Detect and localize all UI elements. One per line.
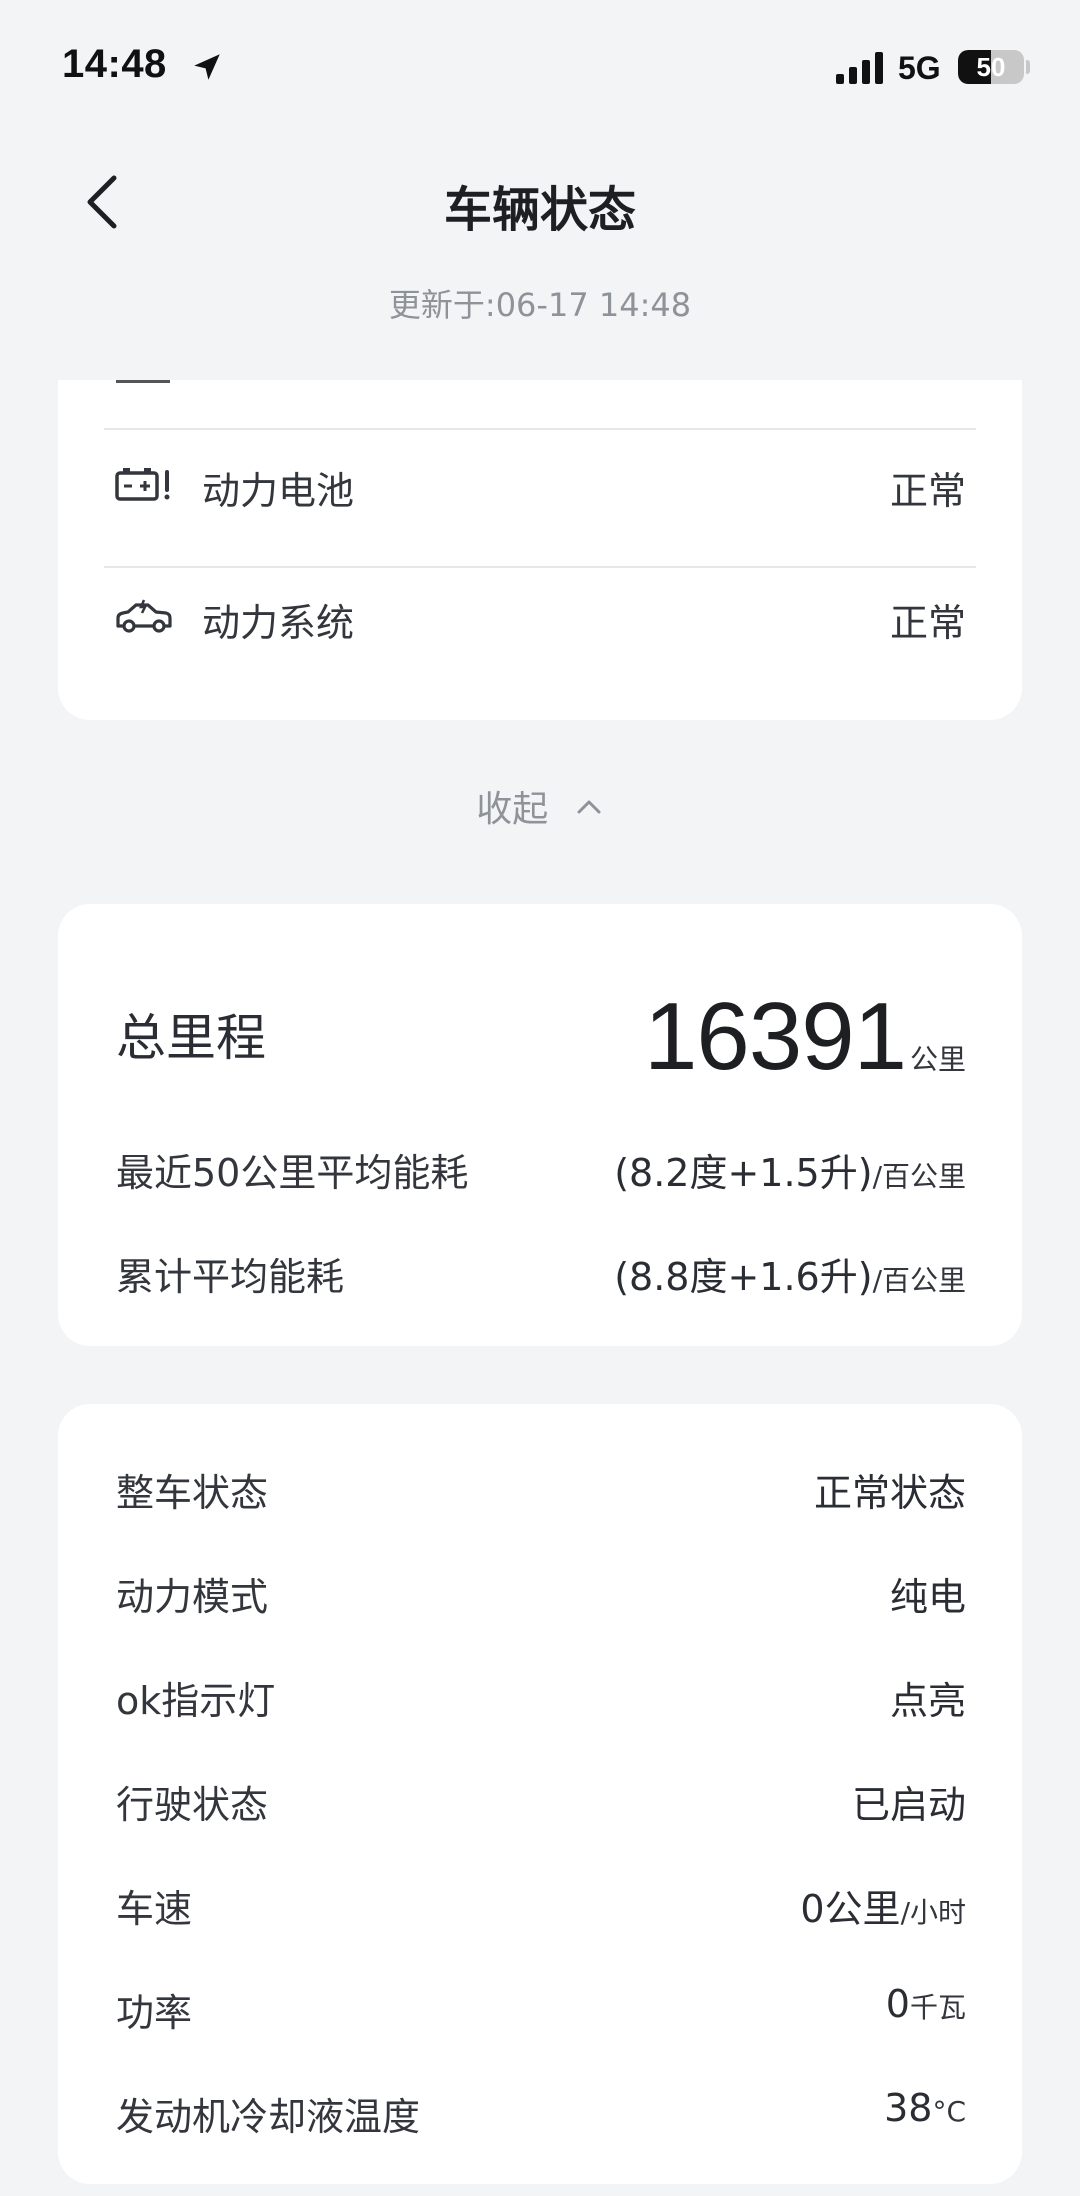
status-label: 功率 — [116, 1991, 193, 2035]
location-arrow-icon — [194, 54, 220, 80]
battery-icon: 50 — [958, 50, 1024, 84]
status-unit: °C — [932, 2095, 966, 2128]
status-value: 已启动 — [851, 1783, 966, 1827]
status-label: 车速 — [116, 1887, 193, 1931]
network-type: 5G — [898, 50, 941, 86]
status-label: 动力模式 — [116, 1575, 269, 1619]
cellular-signal-icon — [836, 52, 883, 84]
status-value: 点亮 — [889, 1679, 966, 1723]
status-row-ok-light: ok指示灯 点亮 — [58, 1670, 1022, 1730]
system-label: 动力系统 — [202, 601, 355, 645]
battery-warning-icon — [115, 468, 170, 501]
status-label: 行驶状态 — [116, 1783, 269, 1827]
status-row-driving: 行驶状态 已启动 — [58, 1774, 1022, 1834]
status-row-vehicle: 整车状态 正常状态 — [58, 1462, 1022, 1522]
status-value: 0 — [885, 1982, 910, 2026]
consumption-unit: /百公里 — [872, 1264, 966, 1297]
status-value: 38 — [884, 2086, 933, 2130]
battery-tip — [1026, 60, 1030, 74]
total-mileage-number: 16391 — [644, 983, 907, 1090]
status-bar: 14:48 5G 50 — [0, 0, 1080, 130]
consumption-unit: /百公里 — [872, 1160, 966, 1193]
total-mileage-label: 总里程 — [116, 1009, 266, 1067]
status-label: 整车状态 — [116, 1471, 269, 1515]
status-row-power-mode: 动力模式 纯电 — [58, 1566, 1022, 1626]
clipped-row-remnant — [116, 380, 170, 383]
page-title: 车辆状态 — [443, 182, 636, 238]
vehicle-status-card: 整车状态 正常状态 动力模式 纯电 ok指示灯 点亮 行驶状态 已启动 车速 0… — [58, 1404, 1022, 2184]
system-value: 正常 — [889, 601, 966, 645]
consumption-value: (8.8度+1.6升) — [614, 1255, 873, 1299]
battery-percent: 50 — [976, 52, 1006, 82]
status-value: 正常状态 — [813, 1471, 966, 1515]
system-row-battery: 动力电池 正常 — [58, 432, 1022, 532]
system-label: 动力电池 — [202, 469, 355, 513]
divider — [104, 428, 976, 430]
consumption-row-recent: 最近50公里平均能耗 (8.2度+1.5升)/百公里 — [58, 1142, 1022, 1202]
system-status-card: 动力电池 正常 动力系统 正常 — [58, 380, 1022, 720]
consumption-label: 累计平均能耗 — [116, 1255, 345, 1299]
total-mileage-value: 16391 公里 — [644, 982, 966, 1092]
mileage-card: 总里程 16391 公里 最近50公里平均能耗 (8.2度+1.5升)/百公里 累… — [58, 904, 1022, 1346]
status-unit: 千瓦 — [909, 1991, 966, 2024]
status-label: 发动机冷却液温度 — [116, 2095, 421, 2139]
consumption-row-cumulative: 累计平均能耗 (8.8度+1.6升)/百公里 — [58, 1246, 1022, 1306]
consumption-label: 最近50公里平均能耗 — [116, 1151, 469, 1195]
car-powertrain-icon — [116, 599, 172, 633]
status-row-power: 功率 0千瓦 — [58, 1982, 1022, 2042]
total-mileage-unit: 公里 — [909, 1043, 966, 1076]
status-row-coolant-temp: 发动机冷却液温度 38°C — [58, 2086, 1022, 2146]
chevron-up-icon — [577, 800, 601, 814]
status-row-speed: 车速 0公里/小时 — [58, 1878, 1022, 1938]
status-value: 0公里 — [800, 1887, 901, 1931]
update-timestamp: 更新于:06-17 14:48 — [388, 286, 692, 324]
status-label: ok指示灯 — [116, 1679, 276, 1723]
status-value: 纯电 — [889, 1575, 966, 1619]
system-value: 正常 — [889, 469, 966, 513]
consumption-value: (8.2度+1.5升) — [614, 1151, 873, 1195]
collapse-label: 收起 — [476, 789, 549, 830]
system-row-powertrain: 动力系统 正常 — [58, 564, 1022, 664]
collapse-button[interactable]: 收起 — [0, 780, 1080, 832]
status-unit: /小时 — [900, 1896, 966, 1929]
status-time: 14:48 — [62, 42, 167, 86]
